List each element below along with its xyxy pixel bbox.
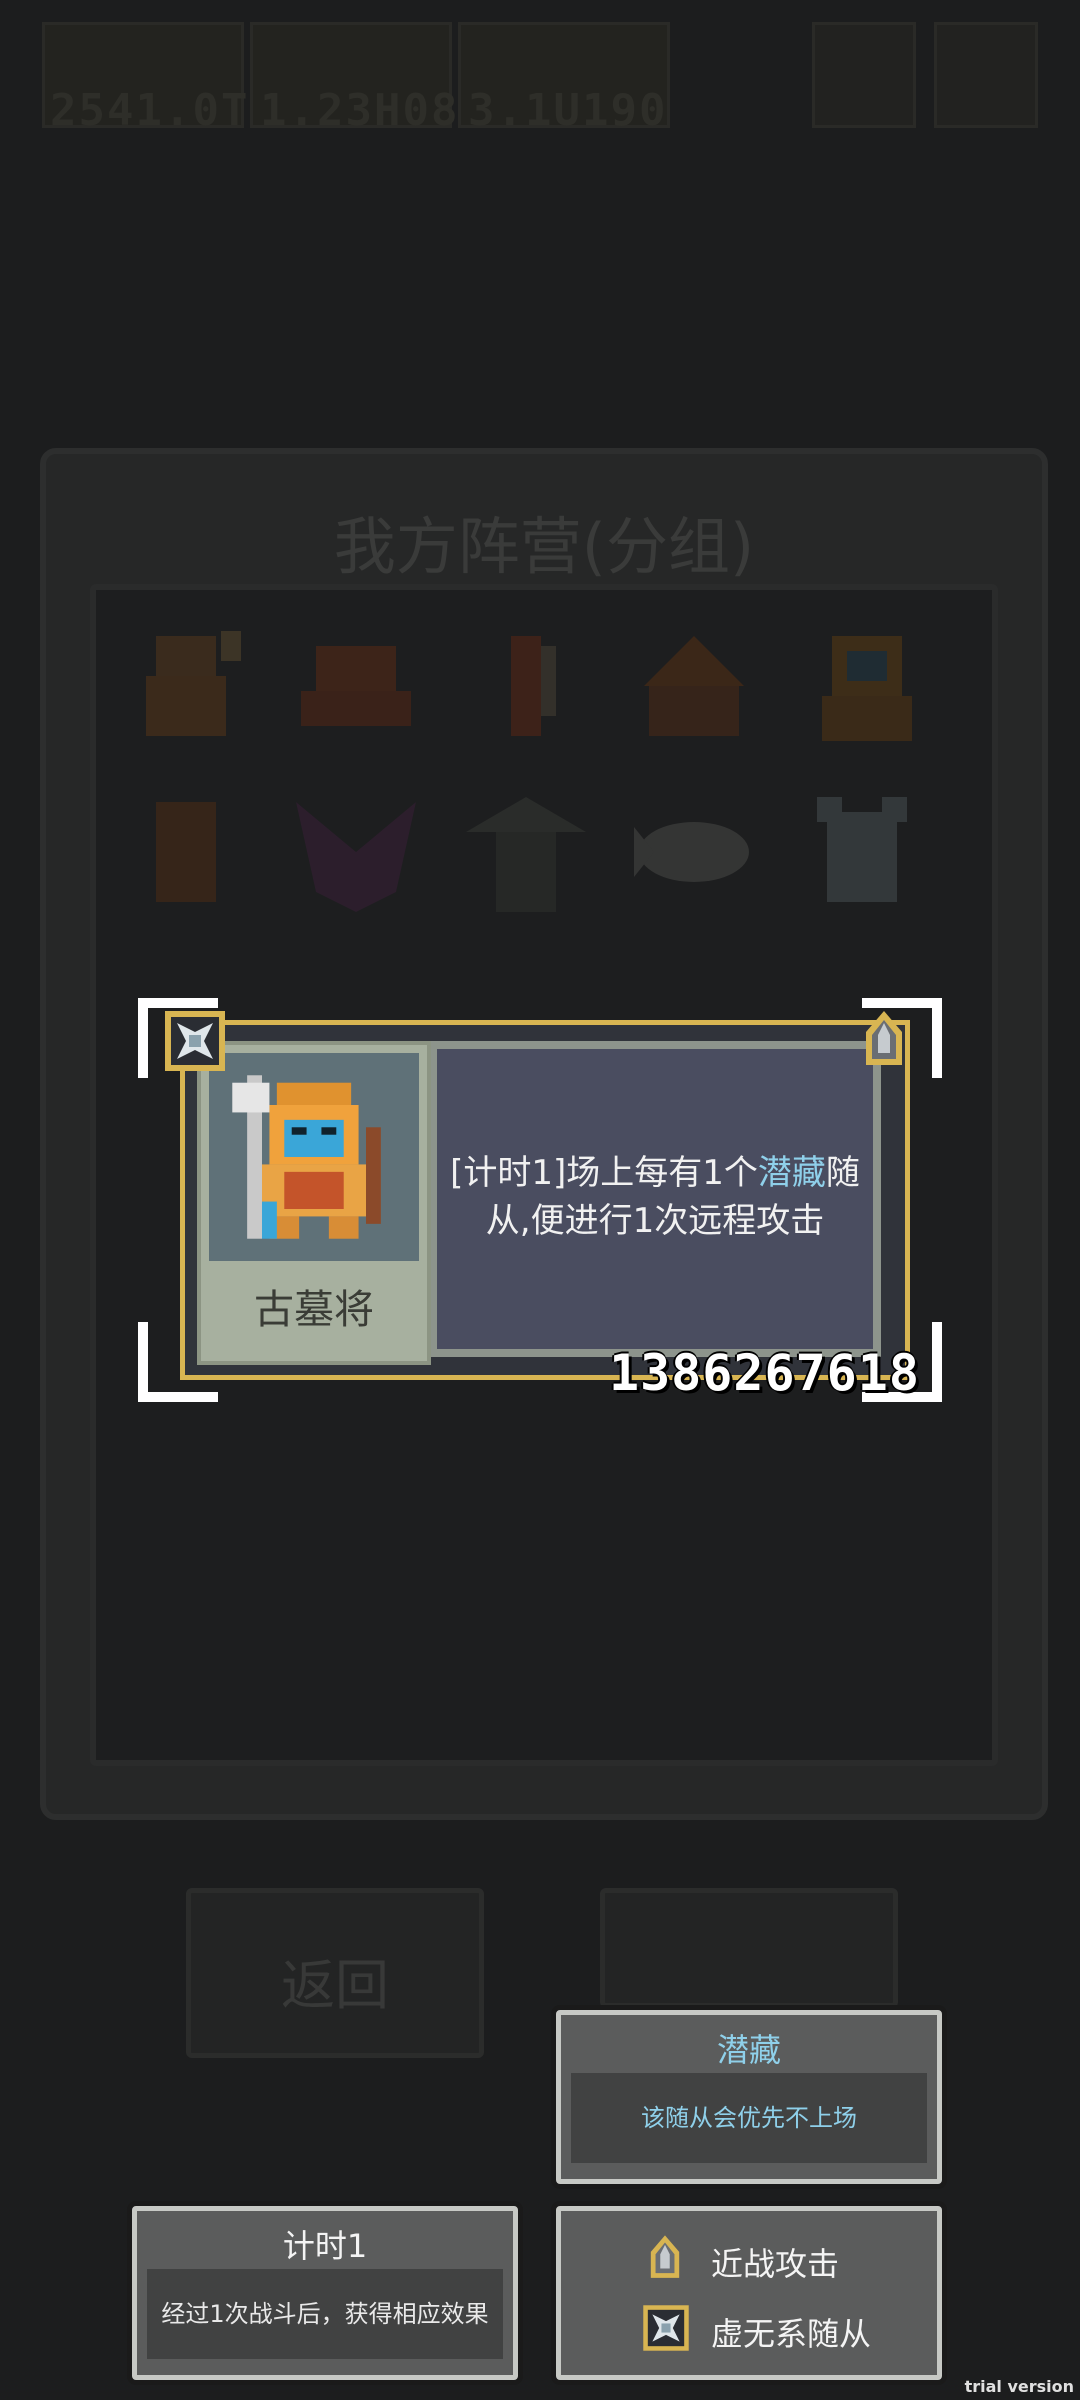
- timer-tooltip: 计时1 经过1次战斗后，获得相应效果: [132, 2206, 518, 2380]
- lurk-body: 该随从会优先不上场: [571, 2073, 927, 2163]
- unit-slot[interactable]: [286, 616, 426, 756]
- settings-button[interactable]: [934, 22, 1038, 128]
- unit-serial-number: 1386267618: [608, 1344, 920, 1402]
- melee-attack-icon[interactable]: [854, 1008, 914, 1074]
- portrait-panel: 古墓将: [197, 1041, 431, 1365]
- resource-value-3: 3.1U190: [468, 85, 668, 136]
- melee-attack-icon: [650, 2235, 680, 2278]
- unit-slot[interactable]: [116, 616, 256, 756]
- void-crest-icon[interactable]: [162, 1008, 228, 1074]
- unit-slot[interactable]: [456, 782, 596, 922]
- unit-card: 古墓将 [计时1]场上每有1个潜藏随从,便进行1次远程攻击: [180, 1020, 910, 1380]
- unit-description: [计时1]场上每有1个潜藏随从,便进行1次远程攻击: [449, 1149, 861, 1245]
- watermark: trial version: [964, 2377, 1074, 2396]
- unit-card-popup: 古墓将 [计时1]场上每有1个潜藏随从,便进行1次远程攻击 1386267618: [130, 990, 950, 1410]
- traits-tooltip: 近战攻击 虚无系随从: [556, 2206, 942, 2380]
- description-box: [计时1]场上每有1个潜藏随从,便进行1次远程攻击: [431, 1041, 881, 1357]
- unit-name: 古墓将: [254, 1287, 374, 1333]
- unit-slot[interactable]: [286, 782, 426, 922]
- refresh-button[interactable]: [600, 1888, 898, 2008]
- trait-void-label: 虚无系随从: [711, 2315, 872, 2353]
- keyword-lurk[interactable]: 潜藏: [758, 1153, 826, 1193]
- back-button-label: 返回: [281, 1954, 389, 2017]
- desc-prefix: [计时1]场上每有1个: [450, 1153, 758, 1193]
- portrait-backdrop: [209, 1053, 419, 1261]
- lurk-title: 潜藏: [716, 2031, 781, 2069]
- lurk-tooltip: 潜藏 该随从会优先不上场: [556, 2010, 942, 2184]
- unit-slot[interactable]: [456, 616, 596, 756]
- tomb-general-icon: [232, 1075, 381, 1239]
- resource-value-2: 1.23H08: [260, 85, 460, 136]
- unit-slot[interactable]: [624, 616, 764, 756]
- void-crest-icon: [643, 2305, 689, 2351]
- timer-body: 经过1次战斗后，获得相应效果: [147, 2269, 503, 2359]
- unit-slot[interactable]: [792, 616, 932, 756]
- trait-melee-label: 近战攻击: [711, 2245, 840, 2283]
- unit-slot[interactable]: [624, 782, 764, 922]
- timer-title: 计时1: [282, 2227, 368, 2265]
- resource-value-1: 2541.0T: [50, 85, 250, 136]
- menu-button[interactable]: [812, 22, 916, 128]
- unit-slot[interactable]: [792, 782, 932, 922]
- unit-slot[interactable]: [116, 782, 256, 922]
- back-button[interactable]: 返回: [186, 1888, 484, 2058]
- panel-title: 我方阵营(分组): [333, 510, 755, 583]
